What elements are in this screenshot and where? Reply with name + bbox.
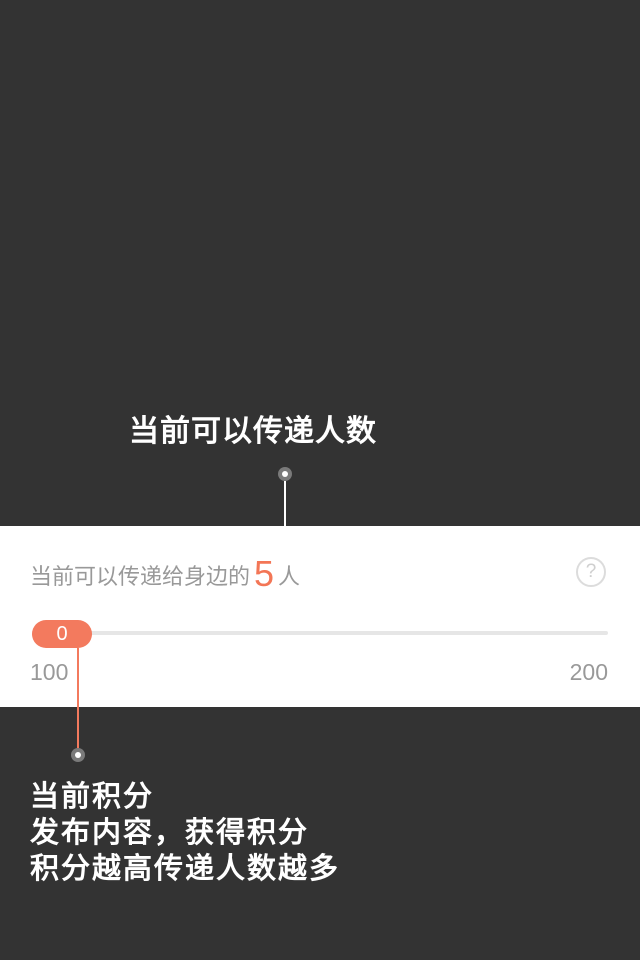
callout-bottom-dot: [71, 748, 85, 762]
transfer-info-prefix: 当前可以传递给身边的: [30, 565, 251, 590]
callout-top-connector-line: [284, 481, 286, 527]
callout-current-transfer-count-label: 当前可以传递人数: [129, 414, 377, 449]
callout-points-explanation: 当前积分 发布内容，获得积分 积分越高传递人数越多: [30, 778, 340, 886]
transfer-info-suffix: 人: [278, 565, 301, 590]
callout-bottom-connector-line: [77, 648, 79, 748]
callout-line-current-points: 当前积分: [30, 779, 155, 813]
points-range-min: 100: [30, 659, 69, 685]
transfer-info: 当前可以传递给身边的 5 人: [30, 554, 300, 594]
transfer-count: 5: [254, 553, 275, 594]
points-range-max: 200: [569, 659, 608, 685]
points-slider-track: [32, 631, 608, 635]
callout-line-earn-points: 发布内容，获得积分: [30, 815, 310, 849]
points-slider-thumb[interactable]: 0: [32, 620, 92, 648]
question-circle-icon[interactable]: ?: [576, 557, 606, 587]
callout-line-more-points-more-transfer: 积分越高传递人数越多: [30, 851, 341, 885]
callout-top-dot: [278, 467, 292, 481]
points-panel: 当前可以传递给身边的 5 人 ? 0 100 200: [0, 526, 640, 707]
